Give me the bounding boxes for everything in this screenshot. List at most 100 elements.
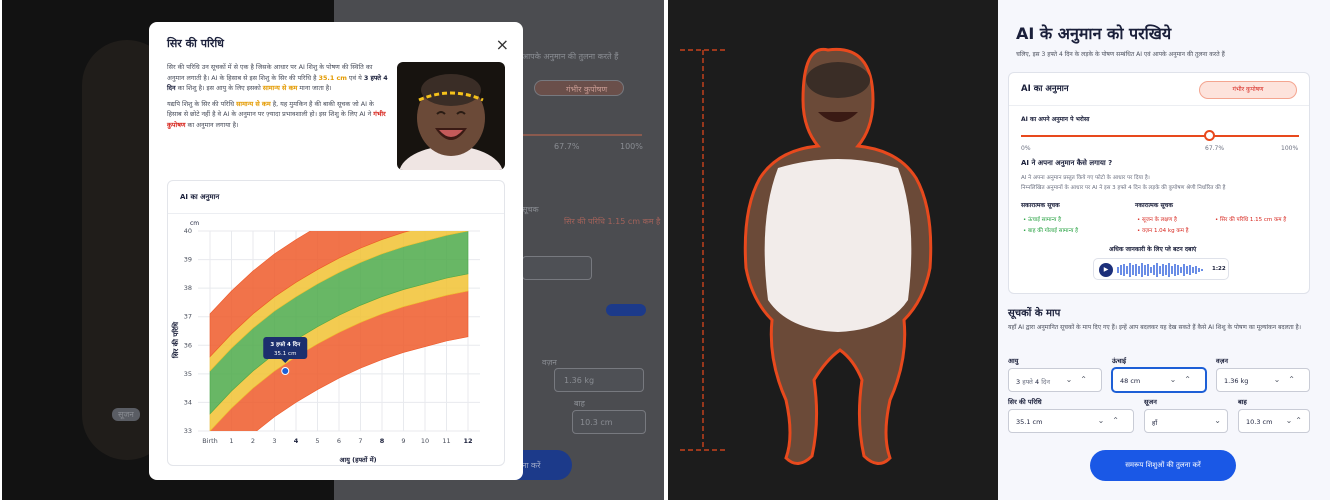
measures-title: सूचकों के माप [1008,308,1061,319]
x-tick-label: 3 [272,437,276,445]
chart-card-title: AI का अनुमान [180,193,220,201]
positive-item-text: ऊंचाई सामान्य है [1028,217,1062,223]
height-value: 48 cm [1120,377,1141,385]
height-field[interactable]: 48 cm ⌄⌃ [1112,368,1206,392]
x-axis-title: आयु (हफ्तों में) [339,456,376,464]
p1-value: 35.1 cm [318,73,347,82]
age-field[interactable]: 3 हफ्ते 4 दिन ⌄⌃ [1008,368,1102,392]
y-tick-label: 34 [184,398,192,406]
x-tick-label: 10 [421,437,429,445]
x-tick-label: 11 [442,437,450,445]
positive-item: • ऊंचाई सामान्य है [1023,217,1062,223]
head-circumference-field[interactable]: 35.1 cm ⌄⌃ [1008,409,1134,433]
arm-label: बाह [1238,398,1247,406]
x-tick-label: 8 [380,437,385,445]
arm-value: 10.3 cm [1246,418,1273,426]
swelling-select[interactable]: हाँ ⌄ [1144,409,1228,433]
p2-text-a: यद्यपि शिशु के सिर की परिधि [167,99,237,108]
negative-item: • सूजन के लक्षण है [1137,217,1177,223]
age-days-unit: दिन [1041,378,1050,386]
head-stepper-icons[interactable]: ⌄⌃ [1098,416,1127,425]
confidence-min: 0% [1021,145,1031,152]
negative-indicators-heading: नकारात्मक सूचक [1135,202,1173,209]
chart-y-ticks: 33 34 35 36 37 38 39 40 [184,227,192,435]
dimmed-slider [522,134,642,136]
chevron-down-icon[interactable]: ⌄ [1214,416,1221,425]
height-stepper-icons[interactable]: ⌄⌃ [1170,375,1199,384]
left-screenshot: सूजन आपके अनुमान की तुलना करते हैं गंभीर… [2,0,664,500]
age-label: आयु [1008,357,1019,365]
data-point [281,367,290,375]
negative-item-text: सूजन के लक्षण है [1142,217,1177,223]
measures-description: यहाँ AI द्वारा अनुमानित सूचकों के माप दि… [1008,324,1301,331]
chart-card-divider [168,213,504,214]
confidence-track [1021,135,1299,137]
age-stepper-icons[interactable]: ⌄⌃ [1066,375,1095,384]
baby-head-photo [397,62,505,170]
how-line-2: निम्नलिखित अनुमानों के आधार पर AI ने इस … [1021,185,1226,191]
dimmed-audio [522,256,592,280]
x-tick-label: 12 [463,437,472,445]
age-weeks-unit: हफ्ते [1022,378,1033,386]
negative-item-text: वज़न 1.04 kg कम है [1142,228,1189,234]
point-label-age: 3 हफ्ते 4 दिन [270,340,301,348]
results-panel: AI के अनुमान को परखिये चलिए, इस 3 हफ्ते … [998,0,1330,500]
p1-below-normal: सामान्य से कम [262,84,298,92]
dimmed-neg-item: सिर की परिधि 1.15 cm कम है [564,217,661,226]
p1-text-b: एवं ये [346,73,364,82]
x-tick-label: Birth [202,437,218,445]
p2-below-normal: सामान्य से कम [236,99,271,108]
baby-photo-area [680,47,933,465]
y-tick-label: 39 [184,256,192,264]
right-screenshot: AI के अनुमान को परखिये चलिए, इस 3 हफ्ते … [668,0,1330,500]
arm-field[interactable]: 10.3 cm ⌄⌃ [1238,409,1310,433]
how-title: AI ने अपना अनुमान कैसे लगाया ? [1021,159,1113,167]
y-tick-label: 37 [184,313,192,321]
negative-item: • वज़न 1.04 kg कम है [1137,228,1189,234]
ai-estimate-chart-card: AI का अनुमान 33 34 35 36 37 38 39 40 Birth 1 2 3 4 5… [167,180,505,466]
x-tick-label: 9 [401,437,405,445]
audio-prompt: अधिक जानकारी के लिए प्ले बटन दबाएं [1109,246,1197,253]
weight-value: 1.36 kg [1224,377,1249,385]
x-tick-label: 2 [251,437,255,445]
y-tick-label: 38 [184,284,192,292]
dimmed-weight-label: वज़न [542,358,557,367]
y-tick-label: 33 [184,427,192,435]
compare-similar-babies-button[interactable]: समरूप शिशुओं की तुलना करें [1090,450,1236,481]
modal-title: सिर की परिधि [167,37,224,50]
weight-field[interactable]: 1.36 kg ⌄⌃ [1216,368,1310,392]
modal-paragraph-2: यद्यपि शिशु के सिर की परिधि सामान्य से क… [167,99,389,131]
dimmed-swelling-chip: सूजन [112,408,140,421]
page-subtitle: चलिए, इस 3 हफ्ते 4 दिन के लड़के के पोषण … [1016,51,1225,58]
head-circumference-growth-chart: 3334353637383940 Birth 1 2 3 4 5 6 7 8 9 10 11 12 cm… [171,220,480,464]
x-tick-label: 5 [315,437,319,445]
positive-item-text: बाह की गोलाई सामान्य है [1028,228,1079,234]
ai-estimate-card: AI का अनुमान गंभीर कुपोषण AI का अपने अनु… [1008,72,1310,294]
negative-item-text: सिर की परिधि 1.15 cm कम है [1220,217,1287,223]
x-tick-label: 4 [294,437,299,445]
head-circumference-label: सिर की परिधि [1008,398,1042,406]
close-icon[interactable]: × [496,35,509,54]
negative-item: • सिर की परिधि 1.15 cm कम है [1215,217,1287,223]
y-tick-label: 36 [184,341,192,349]
weight-stepper-icons[interactable]: ⌄⌃ [1274,375,1303,384]
arm-stepper-icons[interactable]: ⌄⌃ [1286,416,1305,425]
confidence-value: 67.7% [1205,145,1225,152]
x-tick-label: 6 [337,437,341,445]
weight-label: वज़न [1216,357,1229,365]
play-icon[interactable]: ▶ [1099,263,1113,277]
severity-badge: गंभीर कुपोषण [1199,81,1297,99]
dimmed-conf-value: 67.7% [554,142,580,151]
dimmed-weight-value: 1.36 kg [564,376,595,385]
how-line-1: AI ने अपना अनुमान प्रस्तुत किये गए फोटो … [1021,175,1150,181]
ai-estimate-title: AI का अनुमान [1021,84,1069,94]
modal-paragraph-1: सिर की परिधि उन सूचकों में से एक है जिसक… [167,62,389,94]
p1-text-c: का शिशु है। इस आयु के लिए इसको [175,84,263,92]
y-tick-label: 35 [184,370,192,378]
chart-x-ticks: Birth 1 2 3 4 5 6 7 8 9 10 11 12 [202,437,472,445]
y-axis-title: सिर की परिधि [171,321,180,359]
y-unit-label: cm [190,220,199,227]
audio-player: ▶ 1:22 [1093,258,1229,280]
point-label-value: 35.1 cm [274,351,296,357]
dimmed-arm-label: बाह [574,399,585,408]
